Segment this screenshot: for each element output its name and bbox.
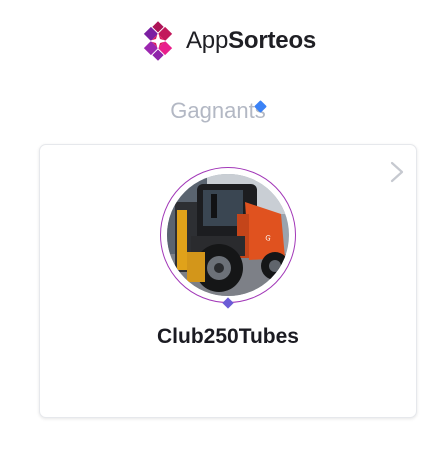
page: AppSorteos Gagnants G Club250Tubes: [0, 0, 436, 476]
chevron-right-icon[interactable]: [387, 161, 407, 183]
svg-text:G: G: [265, 234, 271, 243]
section-heading-wrap: Gagnants: [0, 98, 436, 124]
app-name: AppSorteos: [186, 29, 316, 53]
app-name-bold: Sorteos: [228, 27, 317, 54]
forklift-photo-avatar-icon: G: [167, 174, 289, 296]
winners-heading: Gagnants: [170, 98, 266, 123]
winner-avatar[interactable]: G: [167, 174, 289, 296]
app-name-regular: App: [186, 27, 229, 54]
winner-name: Club250Tubes: [157, 325, 299, 348]
winner-card[interactable]: G Club250Tubes: [39, 144, 417, 418]
sparkle-diamond-logo-icon: [143, 21, 173, 61]
app-logo[interactable]: AppSorteos: [137, 20, 316, 62]
